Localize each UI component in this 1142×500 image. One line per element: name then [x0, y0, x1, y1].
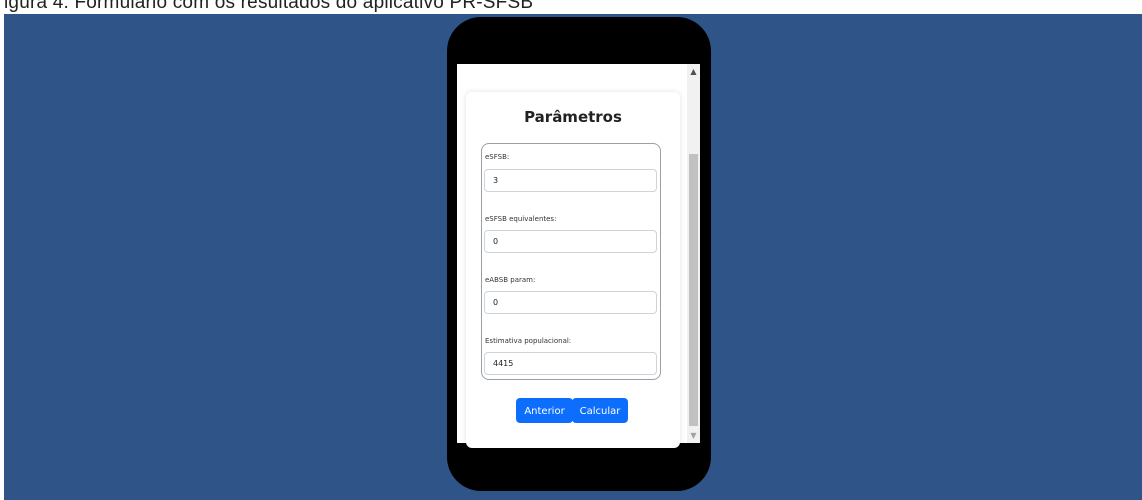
card-title: Parâmetros: [524, 108, 622, 126]
caption-strip: igura 4. Formulário com os resultados do…: [0, 0, 1142, 14]
anterior-button[interactable]: Anterior: [516, 398, 573, 423]
esfsb-label: eSFSB:: [485, 153, 510, 161]
calcular-button[interactable]: Calcular: [572, 398, 628, 423]
vertical-scrollbar[interactable]: ▲ ▼: [687, 64, 700, 443]
esfsb-equivalentes-label: eSFSB equivalentes:: [485, 215, 557, 223]
esfsb-equivalentes-input[interactable]: [484, 230, 657, 253]
caption-text: igura 4. Formulário com os resultados do…: [4, 0, 534, 13]
scroll-up-arrow-icon[interactable]: ▲: [687, 67, 700, 77]
scroll-down-arrow-icon[interactable]: ▼: [687, 431, 700, 441]
eabsb-param-input[interactable]: [484, 291, 657, 314]
estimativa-populacional-input[interactable]: [484, 352, 657, 375]
esfsb-input[interactable]: [484, 169, 657, 192]
estimativa-populacional-label: Estimativa populacional:: [485, 337, 572, 345]
scroll-thumb[interactable]: [689, 154, 698, 426]
eabsb-param-label: eABSB param:: [485, 276, 536, 284]
